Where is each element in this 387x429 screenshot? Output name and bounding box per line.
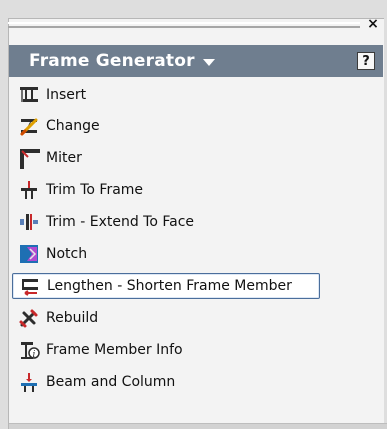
panel-bottom-edge [9, 423, 387, 429]
insert-frame-icon [18, 84, 40, 106]
command-label: Miter [46, 150, 82, 166]
command-label: Trim To Frame [46, 182, 144, 198]
miter-icon [18, 147, 40, 169]
command-item-beam-and-column[interactable]: Beam and Column [12, 369, 318, 395]
command-label: Frame Member Info [46, 342, 183, 358]
command-item-notch[interactable]: Notch [12, 241, 318, 267]
command-item-insert[interactable]: Insert [12, 82, 318, 108]
notch-icon [18, 243, 40, 265]
beam-and-column-icon [18, 371, 40, 393]
command-item-trim-extend-to-face[interactable]: Trim - Extend To Face [12, 209, 318, 235]
command-item-rebuild[interactable]: Rebuild [12, 305, 318, 331]
panel-grip-bar[interactable] [8, 22, 360, 28]
command-label: Trim - Extend To Face [46, 214, 195, 230]
command-label: Notch [46, 246, 88, 262]
command-item-lengthen-shorten-frame-member[interactable]: Lengthen - Shorten Frame Member [12, 273, 320, 299]
chevron-down-icon[interactable] [202, 58, 215, 66]
frame-member-info-icon: i [18, 339, 40, 361]
panel-title: Frame Generator [29, 51, 195, 71]
command-item-frame-member-info[interactable]: i Frame Member Info [12, 337, 318, 363]
command-label: Rebuild [46, 310, 99, 326]
command-label: Beam and Column [46, 374, 176, 390]
trim-extend-to-face-icon [18, 211, 40, 233]
command-list: Insert Change Miter Trim To Frame Trim -… [12, 82, 377, 422]
command-item-miter[interactable]: Miter [12, 145, 318, 171]
command-label: Insert [46, 87, 87, 103]
change-frame-icon [18, 115, 40, 137]
help-button[interactable]: ? [357, 52, 375, 70]
trim-to-frame-icon [18, 179, 40, 201]
command-item-change[interactable]: Change [12, 113, 318, 139]
command-item-trim-to-frame[interactable]: Trim To Frame [12, 177, 318, 203]
command-label: Lengthen - Shorten Frame Member [47, 278, 292, 294]
svg-text:i: i [33, 350, 36, 360]
close-icon[interactable]: × [366, 17, 380, 31]
command-label: Change [46, 118, 100, 134]
panel-header[interactable]: Frame Generator ? [9, 45, 383, 77]
rebuild-icon [18, 307, 40, 329]
lengthen-shorten-icon [19, 275, 41, 297]
